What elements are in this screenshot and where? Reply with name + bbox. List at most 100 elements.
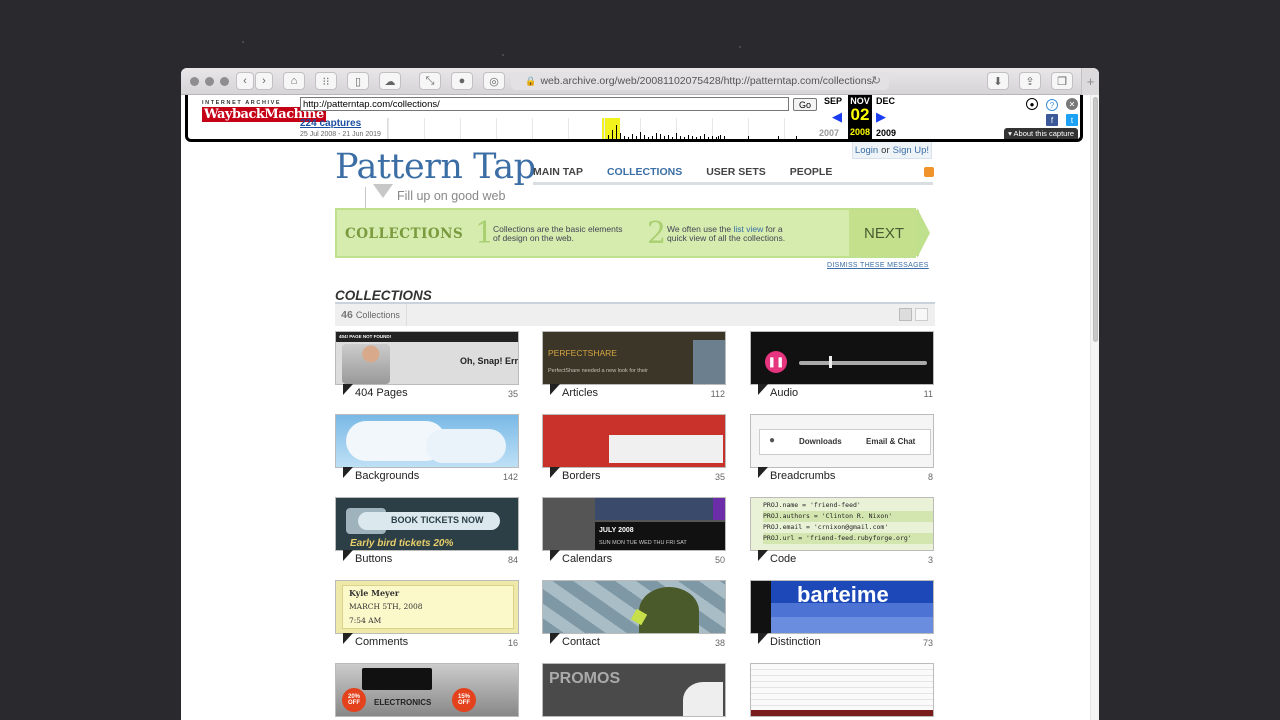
- collection-thumbnail[interactable]: PERFECTSHARE PerfectShare needed a new l…: [542, 331, 726, 385]
- resize-icon[interactable]: ⤡: [419, 72, 441, 90]
- extension-1password-icon[interactable]: ◎: [483, 72, 505, 90]
- graph-bar: [640, 132, 641, 139]
- nav-collections[interactable]: COLLECTIONS: [607, 166, 682, 178]
- close-window-button[interactable]: [190, 77, 199, 86]
- facebook-icon[interactable]: f: [1046, 114, 1058, 126]
- collection-card[interactable]: BOOK TICKETS NOW Early bird tickets 20% …: [335, 497, 520, 569]
- wayback-url-input[interactable]: [300, 97, 789, 111]
- collection-thumbnail[interactable]: JULY 2008 SUN MON TUE WED THU FRI SAT: [542, 497, 726, 551]
- collection-label[interactable]: Contact: [562, 636, 600, 648]
- collection-label[interactable]: Code: [770, 553, 796, 565]
- collection-label[interactable]: Comments: [355, 636, 408, 648]
- collection-label[interactable]: Breadcrumbs: [770, 470, 835, 482]
- collection-card[interactable]: barteime Distinction 73: [750, 580, 935, 652]
- collection-thumbnail[interactable]: ● Downloads Email & Chat: [750, 414, 934, 468]
- help-icon[interactable]: ?: [1046, 99, 1058, 111]
- collection-thumbnail[interactable]: PROJ.name = 'friend-feed' PROJ.authors = …: [750, 497, 934, 551]
- collection-thumbnail[interactable]: 20% OFF ELECTRONICS 15% OFF: [335, 663, 519, 717]
- about-capture-button[interactable]: ▾ About this capture: [1004, 128, 1078, 139]
- collection-label[interactable]: Buttons: [355, 553, 392, 565]
- zoom-window-button[interactable]: [220, 77, 229, 86]
- collection-label[interactable]: 404 Pages: [355, 387, 408, 399]
- wayback-month-prev[interactable]: SEP: [824, 96, 842, 106]
- collection-card[interactable]: ❚❚ Audio 11: [750, 331, 935, 403]
- collection-card[interactable]: JULY 2008 SUN MON TUE WED THU FRI SAT Ca…: [542, 497, 727, 569]
- cloud-icon[interactable]: ☁: [379, 72, 401, 90]
- back-icon[interactable]: ‹: [236, 72, 254, 90]
- wayback-month-next[interactable]: DEC: [876, 96, 895, 106]
- wayback-next-arrow-icon[interactable]: ▶: [876, 109, 886, 125]
- collection-card[interactable]: ● Downloads Email & Chat Breadcrumbs 8: [750, 414, 935, 486]
- collection-thumbnail[interactable]: [542, 580, 726, 634]
- wayback-current-date: NOV 02 2008: [848, 95, 872, 140]
- card-tail: [343, 550, 353, 561]
- tabs-overview-icon[interactable]: ❐: [1051, 72, 1073, 90]
- collection-thumbnail[interactable]: ❚❚: [750, 331, 934, 385]
- user-icon[interactable]: ●: [1026, 98, 1038, 110]
- collection-card[interactable]: Borders 35: [542, 414, 727, 486]
- collection-card[interactable]: Kyle Meyer MARCH 5TH, 2008 7:54 AM Comme…: [335, 580, 520, 652]
- banner-next-arrow-icon[interactable]: [917, 208, 930, 258]
- minimize-window-button[interactable]: [205, 77, 214, 86]
- wayback-year-next[interactable]: 2009: [876, 128, 896, 138]
- collection-card[interactable]: 20% OFF ELECTRONICS 15% OFF: [335, 663, 520, 720]
- address-bar[interactable]: 🔒 web.archive.org/web/20081102075428/htt…: [511, 72, 889, 90]
- lock-icon: 🔒: [525, 75, 537, 86]
- collection-label[interactable]: Backgrounds: [355, 470, 419, 482]
- collection-card[interactable]: 404! PAGE NOT FOUND! Oh, Snap! Err 404 P…: [335, 331, 520, 403]
- grid-icon[interactable]: ⁝⁝: [315, 72, 337, 90]
- rss-icon[interactable]: [924, 167, 934, 177]
- collection-thumbnail[interactable]: PROMOS: [542, 663, 726, 717]
- scrollbar-thumb[interactable]: [1093, 97, 1098, 342]
- collection-thumbnail[interactable]: [542, 414, 726, 468]
- reload-icon[interactable]: ↻: [872, 74, 881, 87]
- forward-icon[interactable]: ›: [255, 72, 273, 90]
- wayback-prev-arrow-icon[interactable]: ◀: [832, 109, 842, 125]
- collection-thumbnail[interactable]: BOOK TICKETS NOW Early bird tickets 20%: [335, 497, 519, 551]
- collection-card[interactable]: [750, 663, 935, 720]
- list-view-icon[interactable]: [915, 308, 928, 321]
- wayback-captures-link[interactable]: 224 captures: [300, 118, 361, 129]
- nav-main-tap[interactable]: MAIN TAP: [533, 166, 583, 178]
- collection-card[interactable]: PROJ.name = 'friend-feed' PROJ.authors = …: [750, 497, 935, 569]
- twitter-icon[interactable]: t: [1066, 114, 1078, 126]
- login-link[interactable]: Login: [855, 145, 878, 156]
- wayback-go-button[interactable]: Go: [793, 98, 817, 111]
- signup-link[interactable]: Sign Up!: [893, 145, 929, 156]
- collection-thumbnail[interactable]: 404! PAGE NOT FOUND! Oh, Snap! Err: [335, 331, 519, 385]
- collection-label[interactable]: Distinction: [770, 636, 821, 648]
- grid-view-icon[interactable]: [899, 308, 912, 321]
- collection-label[interactable]: Borders: [562, 470, 601, 482]
- close-icon[interactable]: ✕: [1066, 98, 1078, 110]
- collection-card[interactable]: Contact 38: [542, 580, 727, 652]
- wayback-year-prev[interactable]: 2007: [819, 128, 839, 138]
- code-line: PROJ.authors = 'Clinton R. Nixon': [763, 511, 933, 522]
- page-scrollbar[interactable]: [1090, 95, 1099, 720]
- graph-bar: [684, 137, 685, 139]
- collection-card[interactable]: PERFECTSHARE PerfectShare needed a new l…: [542, 331, 727, 403]
- collection-thumbnail[interactable]: [335, 414, 519, 468]
- site-logo[interactable]: Pattern Tap: [335, 147, 536, 187]
- wayback-logo[interactable]: WaybackMachine: [202, 107, 326, 124]
- sidebar-icon[interactable]: ▯: [347, 72, 369, 90]
- collection-thumbnail[interactable]: Kyle Meyer MARCH 5TH, 2008 7:54 AM: [335, 580, 519, 634]
- collection-card[interactable]: PROMOS: [542, 663, 727, 720]
- extension-drop-icon[interactable]: ●: [451, 72, 473, 90]
- nav-user-sets[interactable]: USER SETS: [706, 166, 766, 178]
- download-icon[interactable]: ⬇: [987, 72, 1009, 90]
- new-tab-button[interactable]: +: [1081, 68, 1099, 95]
- nav-people[interactable]: PEOPLE: [790, 166, 833, 178]
- banner-next-button[interactable]: NEXT: [849, 210, 919, 256]
- wayback-capture-graph[interactable]: [387, 118, 819, 139]
- share-icon[interactable]: ⇪: [1019, 72, 1041, 90]
- graph-bar: [636, 136, 637, 139]
- collection-label[interactable]: Audio: [770, 387, 798, 399]
- dismiss-messages-link[interactable]: DISMISS THESE MESSAGES: [827, 262, 929, 269]
- collection-thumbnail[interactable]: barteime: [750, 580, 934, 634]
- home-icon[interactable]: ⌂: [283, 72, 305, 90]
- collection-card[interactable]: Backgrounds 142: [335, 414, 520, 486]
- collection-thumbnail[interactable]: [750, 663, 934, 717]
- collection-label[interactable]: Articles: [562, 387, 598, 399]
- collection-label[interactable]: Calendars: [562, 553, 612, 565]
- graph-bar: [628, 137, 629, 139]
